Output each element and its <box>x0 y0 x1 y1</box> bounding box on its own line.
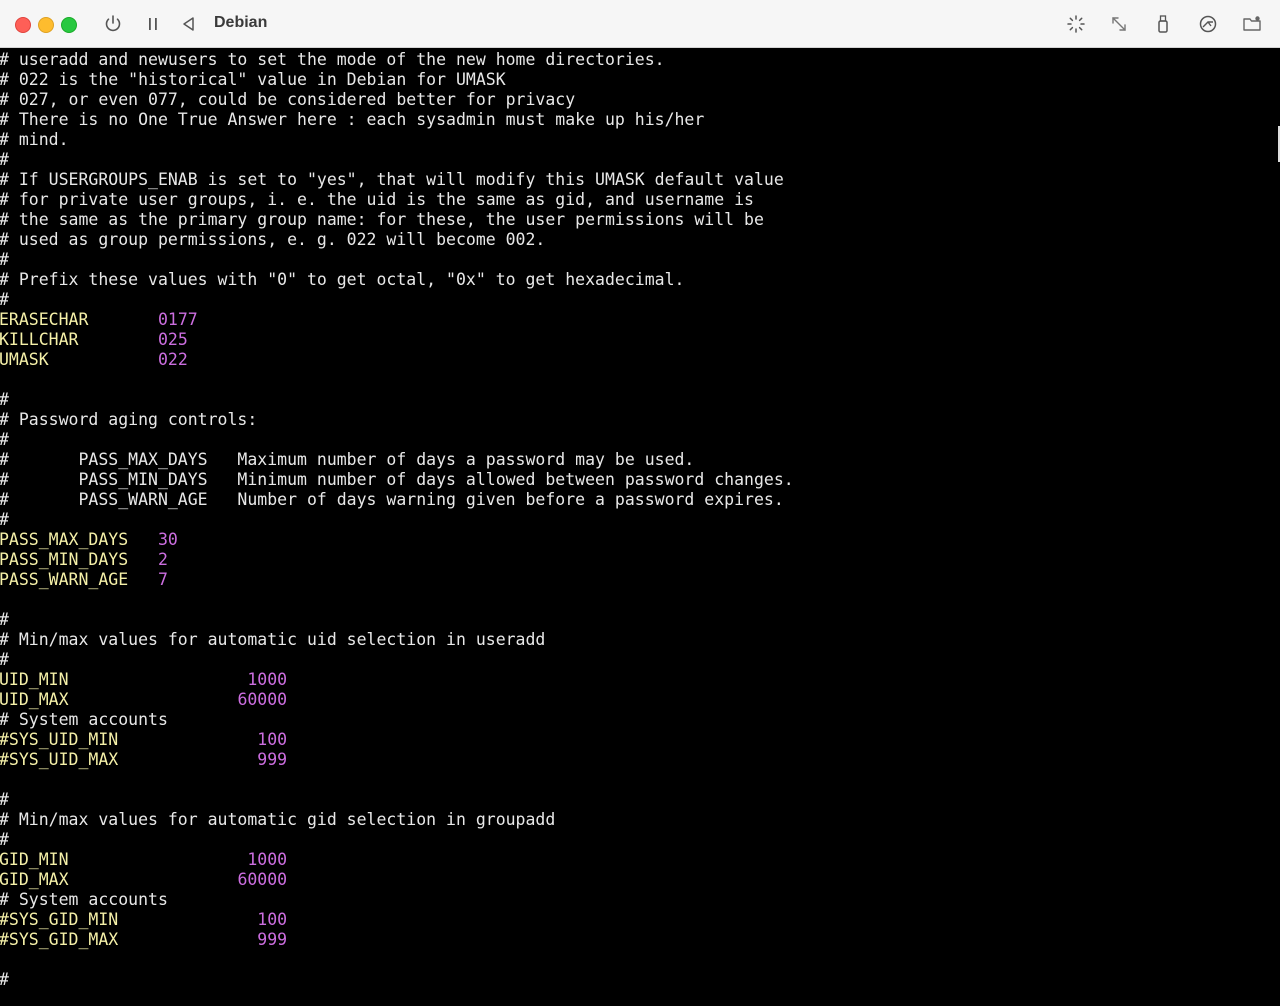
terminal-line: KILLCHAR 025 <box>0 330 188 350</box>
terminal-line: # <box>0 390 9 410</box>
terminal-line: # PASS_WARN_AGE Number of days warning g… <box>0 490 784 509</box>
terminal-line: UMASK 022 <box>0 350 188 370</box>
back-icon[interactable] <box>177 12 201 36</box>
config-value: 2 <box>157 550 168 569</box>
terminal-line: # Prefix these values with "0" to get oc… <box>0 270 685 289</box>
config-gap <box>128 530 158 549</box>
config-key: PASS_MIN_DAYS <box>0 550 129 569</box>
network-icon[interactable] <box>1196 12 1220 36</box>
terminal-line: # System accounts <box>0 890 168 909</box>
terminal-line: # <box>0 430 9 450</box>
terminal-line: # <box>0 290 9 310</box>
config-gap <box>49 350 158 369</box>
config-value: 60000 <box>237 690 288 709</box>
power-icon[interactable] <box>101 12 125 36</box>
config-value: 1000 <box>247 850 288 869</box>
config-key: #SYS_GID_MIN <box>0 910 119 929</box>
config-key: GID_MIN <box>0 850 69 869</box>
config-key: #SYS_GID_MAX <box>0 930 119 949</box>
terminal-line: # <box>0 830 9 850</box>
terminal-line: # the same as the primary group name: fo… <box>0 210 764 229</box>
terminal-line: PASS_WARN_AGE 7 <box>0 570 168 590</box>
config-gap <box>69 850 248 869</box>
terminal-line: # <box>0 650 9 670</box>
config-value: 999 <box>257 930 288 949</box>
config-key: #SYS_UID_MIN <box>0 730 119 749</box>
config-gap <box>78 330 157 349</box>
config-value: 1000 <box>247 670 288 689</box>
minimize-window-button[interactable] <box>38 17 54 33</box>
close-window-button[interactable] <box>15 17 31 33</box>
terminal-line: #SYS_GID_MIN 100 <box>0 910 287 930</box>
terminal-line: # used as group permissions, e. g. 022 w… <box>0 230 546 249</box>
folder-share-icon[interactable] <box>1240 12 1264 36</box>
config-value: 60000 <box>237 870 288 889</box>
config-gap <box>118 930 257 949</box>
terminal-line: # System accounts <box>0 710 168 729</box>
terminal-screen[interactable]: # useradd and newusers to set the mode o… <box>0 48 1280 1006</box>
terminal-line: PASS_MAX_DAYS 30 <box>0 530 178 550</box>
terminal-line: # <box>0 150 9 170</box>
config-value: 7 <box>157 570 168 589</box>
terminal-line: # for private user groups, i. e. the uid… <box>0 190 754 209</box>
config-key: UMASK <box>0 350 49 369</box>
terminal-line: # There is no One True Answer here : eac… <box>0 110 705 129</box>
config-gap <box>69 870 238 889</box>
terminal-line: #SYS_UID_MAX 999 <box>0 750 287 770</box>
config-value: 100 <box>257 730 288 749</box>
terminal-line: # 022 is the "historical" value in Debia… <box>0 70 506 89</box>
resize-icon[interactable] <box>1107 12 1131 36</box>
config-gap <box>118 750 257 769</box>
pause-icon[interactable] <box>141 12 165 36</box>
terminal-line: # <box>0 790 9 810</box>
config-key: ERASECHAR <box>0 310 89 329</box>
config-key: PASS_MAX_DAYS <box>0 530 129 549</box>
terminal-line: # <box>0 610 9 630</box>
terminal-line: # 027, or even 077, could be considered … <box>0 90 576 109</box>
config-value: 025 <box>157 330 188 349</box>
terminal-line: ERASECHAR 0177 <box>0 310 198 330</box>
terminal-line: UID_MAX 60000 <box>0 690 287 710</box>
usb-icon[interactable] <box>1151 12 1175 36</box>
config-value: 30 <box>157 530 178 549</box>
config-key: PASS_WARN_AGE <box>0 570 129 589</box>
terminal-line: # <box>0 970 9 990</box>
terminal-line: UID_MIN 1000 <box>0 670 287 690</box>
terminal-line: # useradd and newusers to set the mode o… <box>0 50 665 69</box>
config-value: 0177 <box>157 310 198 329</box>
terminal-line: # Min/max values for automatic uid selec… <box>0 630 546 649</box>
terminal-line: PASS_MIN_DAYS 2 <box>0 550 168 570</box>
maximize-window-button[interactable] <box>61 17 77 33</box>
config-gap <box>69 670 248 689</box>
terminal-line: # mind. <box>0 130 69 149</box>
terminal-line: # Password aging controls: <box>0 410 258 429</box>
config-gap <box>128 570 158 589</box>
terminal-line: # <box>0 250 9 270</box>
terminal-line: # PASS_MAX_DAYS Maximum number of days a… <box>0 450 695 469</box>
terminal-line: # Min/max values for automatic gid selec… <box>0 810 556 829</box>
config-key: KILLCHAR <box>0 330 79 349</box>
config-key: #SYS_UID_MAX <box>0 750 119 769</box>
terminal-line: GID_MAX 60000 <box>0 870 287 890</box>
config-key: UID_MAX <box>0 690 69 709</box>
terminal-line: # <box>0 510 9 530</box>
config-gap <box>118 910 257 929</box>
brightness-icon[interactable] <box>1064 12 1088 36</box>
config-gap <box>118 730 257 749</box>
terminal-line: #SYS_GID_MAX 999 <box>0 930 287 950</box>
config-value: 100 <box>257 910 288 929</box>
terminal-line: #SYS_UID_MIN 100 <box>0 730 287 750</box>
window-titlebar: Debian <box>0 0 1280 48</box>
terminal-line: # If USERGROUPS_ENAB is set to "yes", th… <box>0 170 784 189</box>
terminal-line: GID_MIN 1000 <box>0 850 287 870</box>
config-value: 999 <box>257 750 288 769</box>
config-gap <box>88 310 158 329</box>
terminal-line: # PASS_MIN_DAYS Minimum number of days a… <box>0 470 794 489</box>
config-value: 022 <box>157 350 188 369</box>
window-title: Debian <box>214 14 268 31</box>
config-gap <box>128 550 158 569</box>
config-key: UID_MIN <box>0 670 69 689</box>
config-gap <box>69 690 238 709</box>
config-key: GID_MAX <box>0 870 69 889</box>
